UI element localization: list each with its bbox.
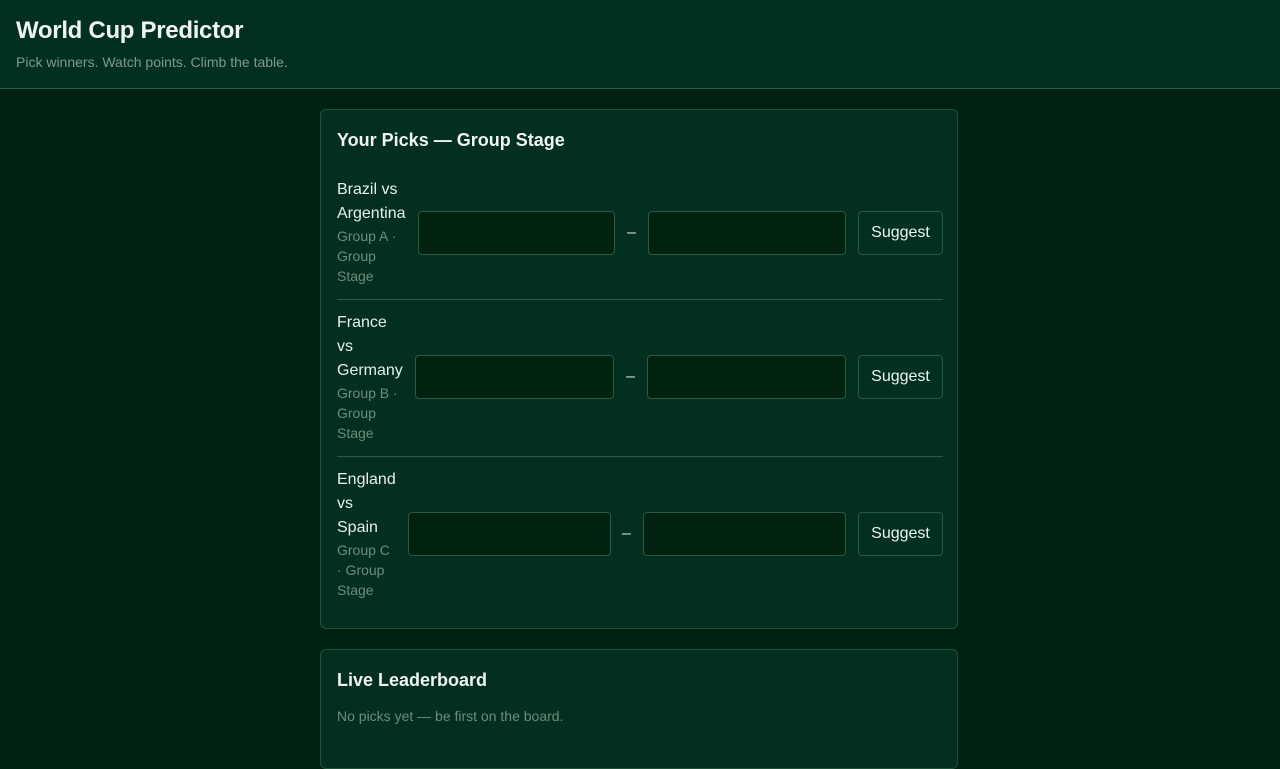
leaderboard-empty-text: No picks yet — be first on the board. — [337, 708, 564, 724]
picks-card-title: Your Picks — Group Stage — [337, 130, 565, 150]
meta-line: Group A · — [337, 228, 397, 244]
suggest-button[interactable]: Suggest — [858, 211, 943, 255]
team-line: vs — [337, 338, 353, 355]
match-teams: Brazil vs Argentina — [337, 178, 406, 226]
meta-line: Stage — [337, 582, 374, 598]
meta-line: · Group — [337, 562, 385, 578]
score-separator: – — [626, 368, 635, 385]
away-score-input[interactable] — [643, 512, 846, 556]
app-title: World Cup Predictor — [16, 17, 244, 44]
home-score-input[interactable] — [418, 211, 615, 255]
match-row: Brazil vs Argentina Group A · Group Stag… — [337, 178, 943, 300]
team-line: Germany — [337, 362, 403, 379]
match-meta: Group B · Group Stage — [337, 383, 398, 443]
leaderboard-title: Live Leaderboard — [337, 670, 488, 690]
score-separator: – — [627, 224, 636, 241]
match-teams: England vs Spain — [337, 468, 396, 540]
meta-line: Group — [337, 405, 376, 421]
suggest-button[interactable]: Suggest — [858, 512, 943, 556]
meta-line: Stage — [337, 268, 374, 284]
meta-line: Group C — [337, 542, 390, 558]
team-line: Brazil vs — [337, 181, 398, 198]
match-row: France vs Germany Group B · Group Stage … — [337, 311, 943, 457]
picks-card: Your Picks — Group Stage Brazil vs Argen… — [320, 109, 958, 629]
app-header: World Cup Predictor Pick winners. Watch … — [0, 0, 1280, 89]
meta-line: Group — [337, 248, 376, 264]
team-line: Argentina — [337, 205, 406, 222]
home-score-input[interactable] — [408, 512, 611, 556]
team-line: England — [337, 471, 396, 488]
team-line: Spain — [337, 519, 378, 536]
app-subtitle: Pick winners. Watch points. Climb the ta… — [16, 54, 288, 70]
match-teams: France vs Germany — [337, 311, 403, 383]
team-line: France — [337, 314, 387, 331]
home-score-input[interactable] — [415, 355, 614, 399]
away-score-input[interactable] — [648, 211, 846, 255]
match-meta: Group C · Group Stage — [337, 540, 390, 600]
meta-line: Group B · — [337, 385, 398, 401]
match-meta: Group A · Group Stage — [337, 226, 396, 286]
meta-line: Stage — [337, 425, 374, 441]
team-line: vs — [337, 495, 353, 512]
leaderboard-card: Live Leaderboard No picks yet — be first… — [320, 649, 958, 769]
suggest-button[interactable]: Suggest — [858, 355, 943, 399]
match-row: England vs Spain Group C · Group Stage –… — [337, 468, 943, 613]
score-separator: – — [622, 525, 631, 542]
away-score-input[interactable] — [647, 355, 846, 399]
